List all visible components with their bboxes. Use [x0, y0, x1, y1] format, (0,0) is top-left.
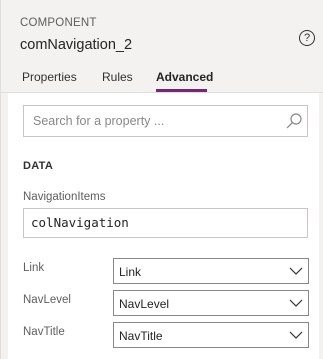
mapping-label-navlevel: NavLevel [23, 294, 71, 306]
chevron-down-icon [289, 267, 303, 275]
search-icon[interactable] [285, 112, 303, 130]
navlevel-dropdown-value: NavLevel [119, 297, 170, 311]
chevron-down-icon [289, 299, 303, 307]
section-title-data: DATA [23, 160, 54, 172]
component-kind-label: COMPONENT [20, 17, 97, 29]
navtitle-dropdown-value: NavTitle [119, 329, 163, 343]
scrollbar[interactable] [319, 93, 323, 359]
mapping-label-navtitle: NavTitle [23, 326, 65, 338]
navtitle-dropdown[interactable]: NavTitle [113, 322, 309, 348]
navigation-items-field[interactable]: colNavigation [23, 208, 308, 238]
link-dropdown-value: Link [119, 265, 142, 279]
navlevel-dropdown[interactable]: NavLevel [113, 290, 309, 316]
navigation-items-label: NavigationItems [23, 191, 106, 203]
tab-rules[interactable]: Rules [102, 70, 133, 84]
help-icon[interactable]: ? [299, 30, 315, 46]
property-search-box[interactable] [23, 105, 308, 137]
mapping-label-link: Link [23, 262, 45, 274]
properties-panel: COMPONENT comNavigation_2 ? Properties R… [0, 0, 323, 359]
chevron-down-icon [289, 331, 303, 339]
tab-properties[interactable]: Properties [22, 70, 77, 84]
search-input[interactable] [24, 106, 274, 136]
tab-advanced[interactable]: Advanced [156, 70, 213, 84]
component-name: comNavigation_2 [20, 37, 133, 53]
link-dropdown[interactable]: Link [113, 258, 309, 284]
